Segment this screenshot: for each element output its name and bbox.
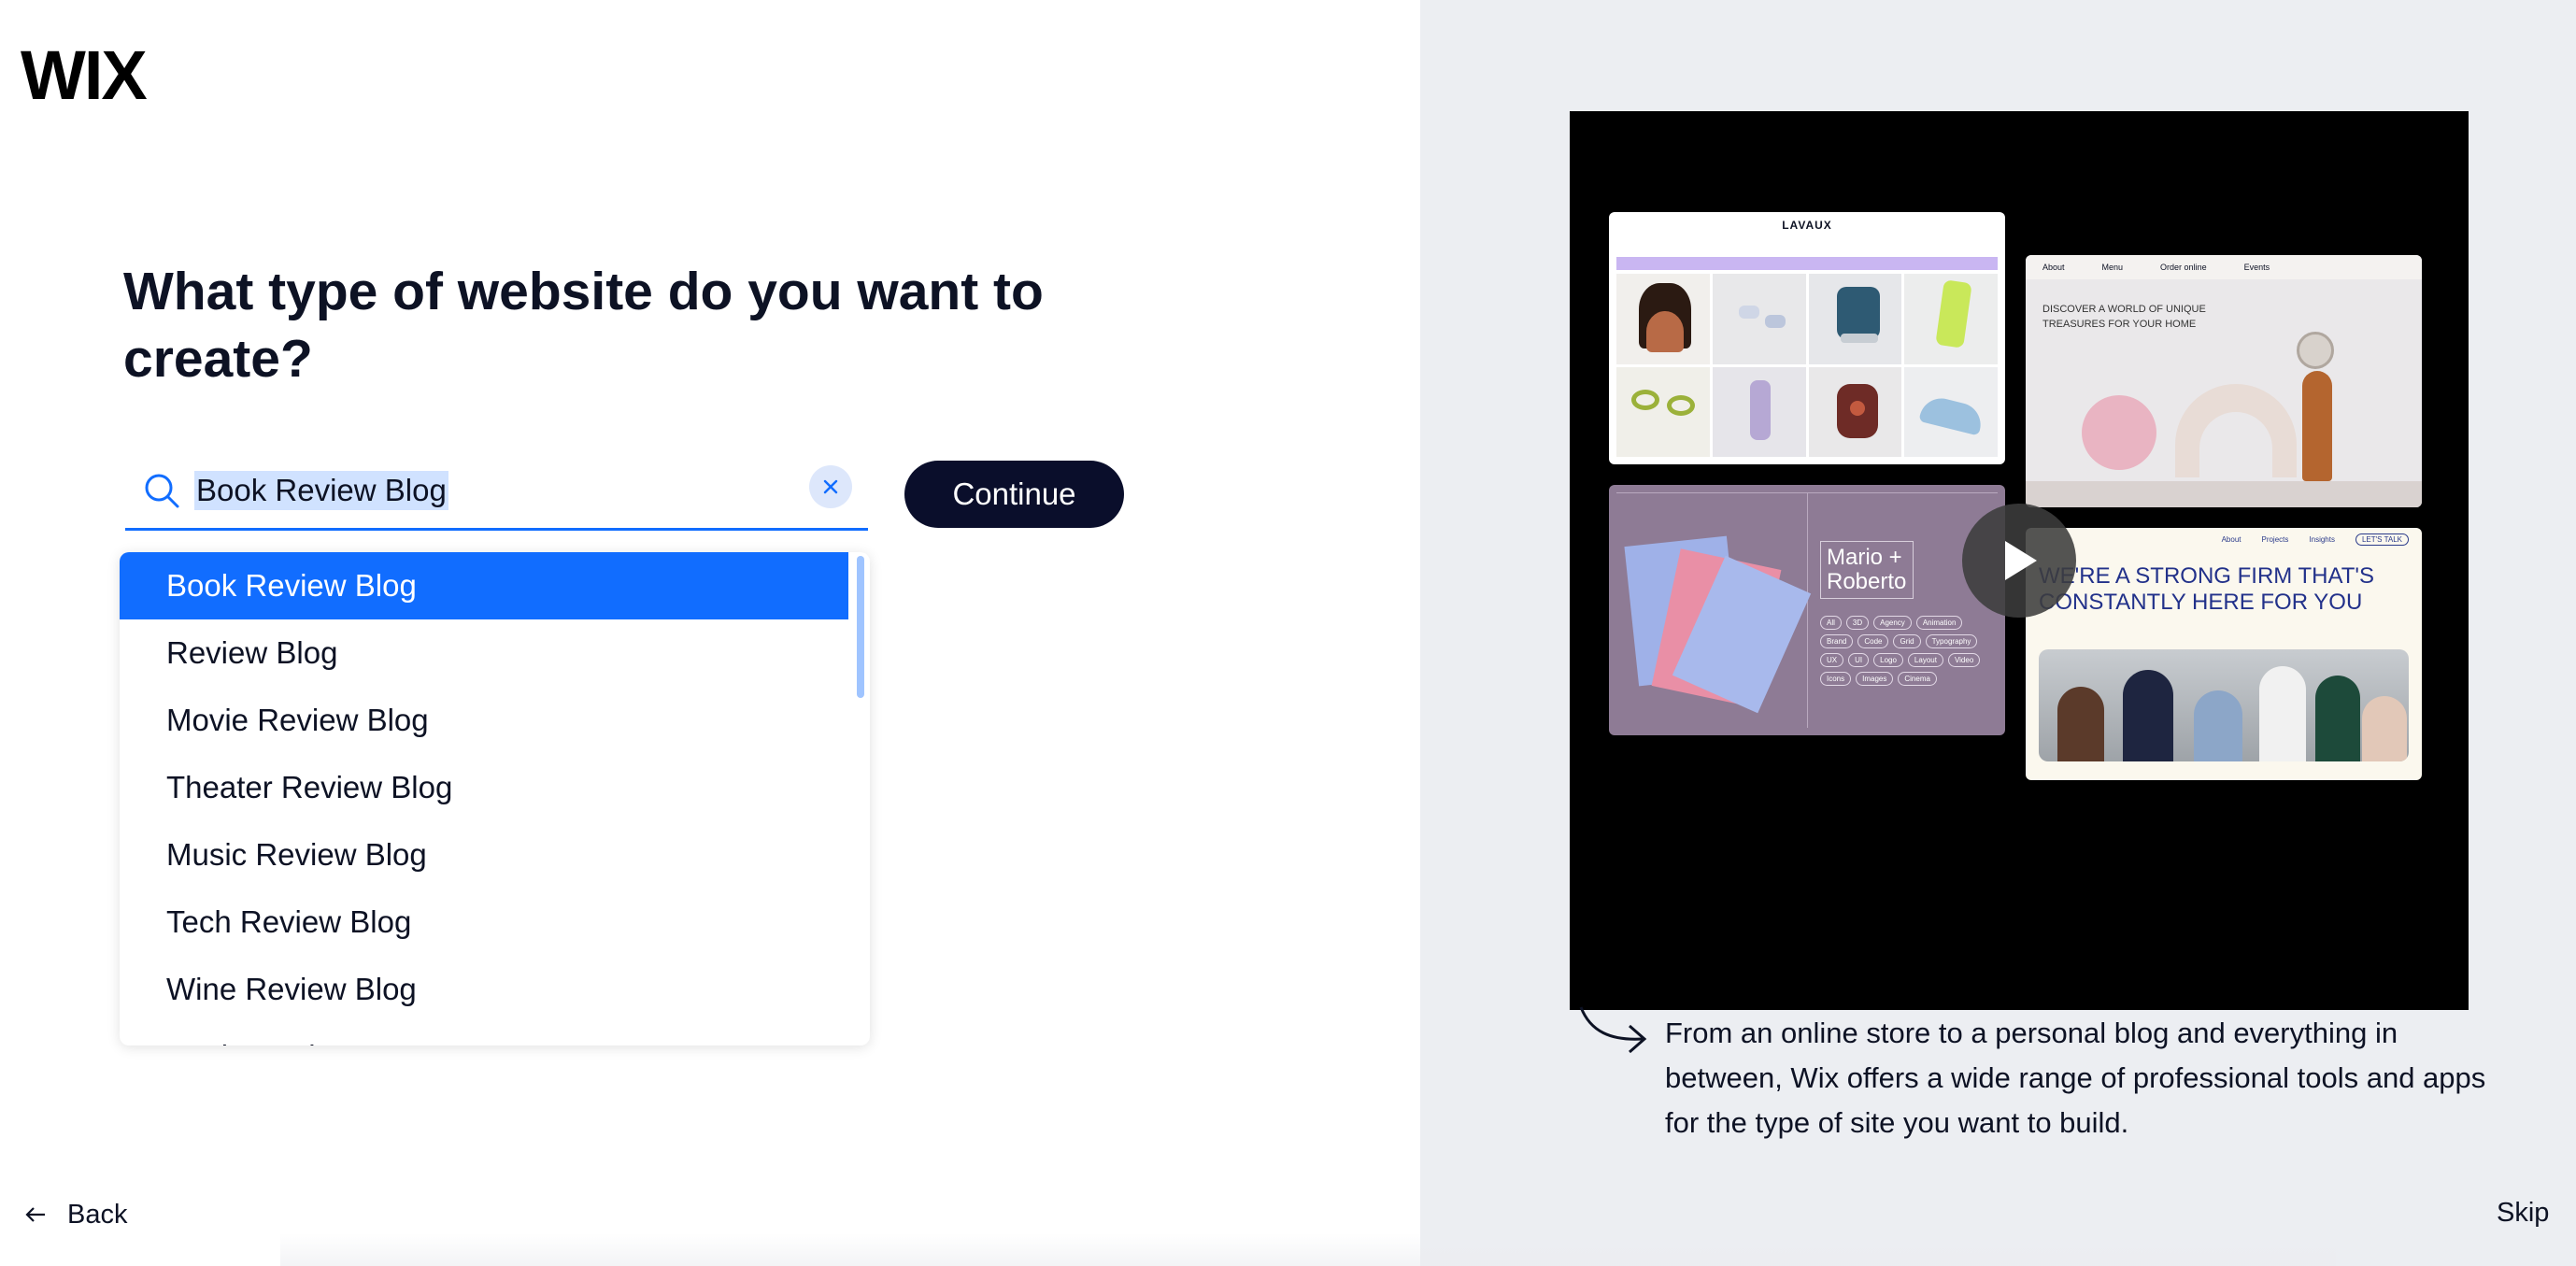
portfolio-tag: All — [1820, 616, 1842, 630]
suggestion-item[interactable]: Review Blog — [120, 619, 848, 687]
firm-preview-card: About Projects Insights LET'S TALK WE'RE… — [2026, 528, 2422, 780]
suggestion-item[interactable]: Tech Review Blog — [120, 889, 848, 956]
store-preview-card: LAVAUX — [1609, 212, 2005, 464]
firm-nav-projects: Projects — [2261, 535, 2289, 544]
clear-search-button[interactable] — [809, 465, 852, 508]
skip-button[interactable]: Skip — [2497, 1198, 2549, 1229]
home-decor-preview-card: About Menu Order online Events DISCOVER … — [2026, 255, 2422, 507]
suggestion-item[interactable]: Wine Review Blog — [120, 956, 848, 1023]
firm-nav-about: About — [2221, 535, 2242, 544]
home-nav-about: About — [2042, 263, 2065, 272]
home-nav-order: Order online — [2160, 263, 2207, 272]
portfolio-tag: 3D — [1845, 616, 1870, 630]
portfolio-tag: Layout — [1907, 653, 1943, 667]
home-nav-events: Events — [2243, 263, 2270, 272]
play-button[interactable] — [1962, 504, 2076, 618]
portfolio-tag: Grid — [1893, 634, 1921, 648]
portfolio-preview-card: Mario + Roberto All 3D Agency Animation Bran… — [1609, 485, 2005, 735]
portfolio-tag: Images — [1856, 672, 1894, 686]
back-button[interactable]: Back — [24, 1196, 127, 1233]
suggestion-item[interactable]: Book Review Blog — [120, 552, 848, 619]
home-nav-menu: Menu — [2101, 263, 2124, 272]
page-title: What type of website do you want to crea… — [123, 262, 1044, 389]
suggestion-item[interactable]: Music Review Blog — [120, 821, 848, 889]
preview-video[interactable]: LAVAUX About Menu Order online Events DI… — [1570, 111, 2469, 1010]
search-field[interactable]: Book Review Blog — [125, 452, 868, 531]
search-icon — [145, 474, 179, 508]
portfolio-tag: UX — [1820, 653, 1844, 667]
portfolio-tag: Video — [1947, 653, 1981, 667]
wix-logo[interactable]: WIX — [21, 41, 148, 110]
firm-headline: WE'RE A STRONG FIRM THAT'S CONSTANTLY HE… — [2039, 563, 2374, 615]
suggestions-dropdown: Book Review Blog Review Blog Movie Review … — [120, 552, 870, 1046]
back-label: Back — [67, 1199, 128, 1230]
portfolio-tag: Code — [1857, 634, 1889, 648]
search-input[interactable]: Book Review Blog — [194, 471, 448, 510]
portfolio-title: Mario + Roberto — [1820, 541, 1914, 599]
dropdown-scrollbar[interactable] — [857, 556, 864, 698]
arrow-left-icon — [25, 1207, 45, 1222]
suggestion-item[interactable]: Theater Review Blog — [120, 754, 848, 821]
portfolio-tag: Brand — [1820, 634, 1854, 648]
suggestions-list: Book Review Blog Review Blog Movie Review … — [120, 552, 870, 1046]
portfolio-tag: Agency — [1873, 616, 1912, 630]
close-icon — [823, 479, 838, 494]
preview-caption: From an online store to a personal blog … — [1665, 1017, 2486, 1139]
portfolio-tag: Icons — [1820, 672, 1852, 686]
continue-button[interactable]: Continue — [904, 461, 1124, 528]
portfolio-tags: All 3D Agency Animation Brand Code Grid Typogra… — [1820, 616, 1992, 686]
home-headline: DISCOVER A WORLD OF UNIQUE TREASURES FOR… — [2042, 304, 2206, 330]
portfolio-tag: Animation — [1915, 616, 1963, 630]
left-panel: WIX What type of website do you want to … — [0, 0, 1420, 1266]
portfolio-tag: UI — [1848, 653, 1870, 667]
suggestion-item[interactable]: Movie Review Blog — [120, 687, 848, 754]
suggestion-item[interactable]: Book Fandom — [120, 1023, 848, 1046]
firm-nav-insights: Insights — [2309, 535, 2335, 544]
play-icon — [2005, 541, 2037, 580]
firm-nav-talk: LET'S TALK — [2355, 533, 2409, 546]
portfolio-tag: Typography — [1925, 634, 1978, 648]
portfolio-tag: Cinema — [1898, 672, 1937, 686]
portfolio-tag: Logo — [1873, 653, 1903, 667]
curved-arrow-icon — [1579, 1006, 1647, 1054]
store-logo: LAVAUX — [1782, 219, 1832, 232]
